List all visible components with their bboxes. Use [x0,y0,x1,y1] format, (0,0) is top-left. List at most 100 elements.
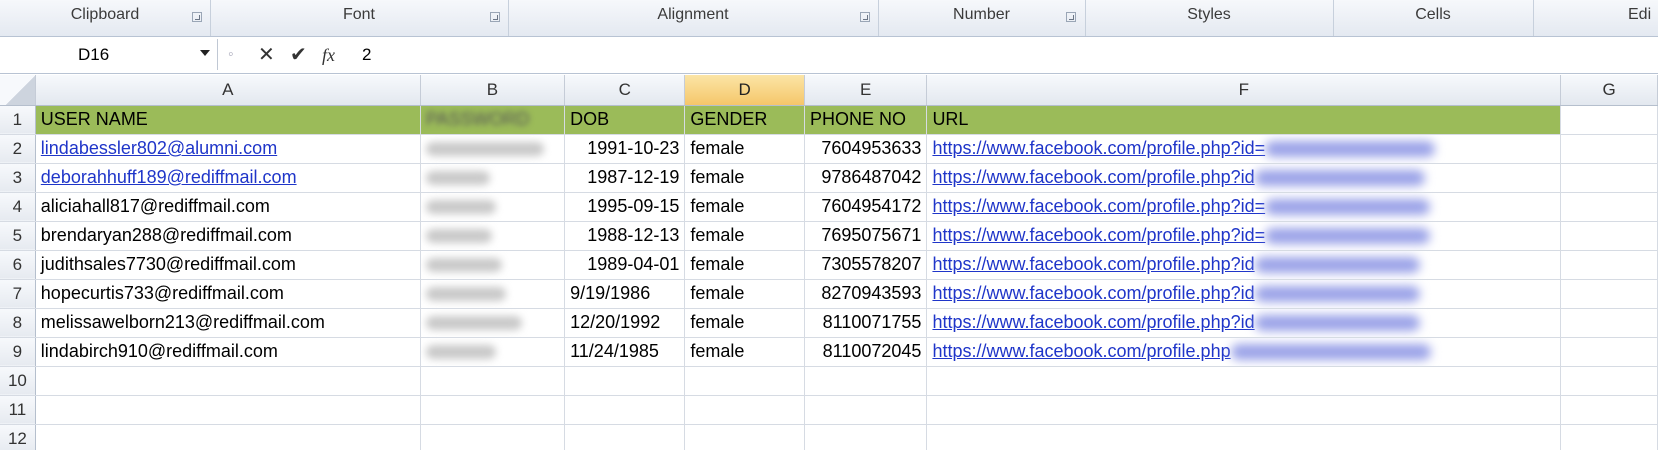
cell-password[interactable] [420,308,566,338]
formula-input[interactable]: 2 [362,39,371,70]
cell-username[interactable]: lindabessler802@alumni.com [35,134,421,164]
cell-username[interactable]: brendaryan288@rediffmail.com [35,221,421,251]
cell-dob[interactable]: 1995-09-15 [564,192,686,222]
cell-empty[interactable] [420,366,566,396]
cell-empty[interactable] [684,395,805,425]
cell-header-gender[interactable]: GENDER [684,105,805,135]
url-link[interactable]: https://www.facebook.com/profile.php?id= [932,138,1265,158]
enter-icon[interactable]: ✔ [290,42,307,68]
url-link[interactable]: https://www.facebook.com/profile.php?id [932,254,1254,274]
cell-password[interactable] [420,163,566,193]
cell-empty[interactable] [564,424,686,450]
cell-url[interactable]: https://www.facebook.com/profile.php?id [926,250,1562,280]
cell-empty[interactable] [35,395,421,425]
cell-gender[interactable]: female [684,250,805,280]
cell-gender[interactable]: female [684,308,805,338]
url-link[interactable]: https://www.facebook.com/profile.php?id [932,283,1254,303]
cell-empty[interactable] [1560,163,1658,193]
cell-empty[interactable] [926,366,1562,396]
dialog-launcher-icon[interactable] [1066,12,1076,22]
ribbon-group-alignment[interactable]: Alignment [508,0,879,36]
ribbon-group-clipboard[interactable]: Clipboard [0,0,211,36]
cell-username[interactable]: lindabirch910@rediffmail.com [35,337,421,367]
row-header[interactable]: 3 [0,163,36,193]
cell-phone[interactable]: 7695075671 [804,221,928,251]
cell-empty[interactable] [684,424,805,450]
cell-dob[interactable]: 1987-12-19 [564,163,686,193]
cell-empty[interactable] [804,395,928,425]
cell-empty[interactable] [564,395,686,425]
column-header-c[interactable]: C [564,75,686,106]
insert-function-icon[interactable]: fx [322,42,335,68]
url-link[interactable]: https://www.facebook.com/profile.php?id= [932,196,1265,216]
cell-password[interactable] [420,221,566,251]
cell-password[interactable] [420,192,566,222]
ribbon-group-styles[interactable]: Styles [1085,0,1334,36]
row-header[interactable]: 6 [0,250,36,280]
cell-username[interactable]: hopecurtis733@rediffmail.com [35,279,421,309]
ribbon-group-cells[interactable]: Cells [1333,0,1534,36]
cell-empty[interactable] [1560,308,1658,338]
cell-empty[interactable] [1560,250,1658,280]
cell-empty[interactable] [684,366,805,396]
cell-phone[interactable]: 8110072045 [804,337,928,367]
cell-username[interactable]: melissawelborn213@rediffmail.com [35,308,421,338]
cell-empty[interactable] [420,395,566,425]
cell-password[interactable] [420,337,566,367]
username-text[interactable]: deborahhuff189@rediffmail.com [41,167,297,187]
cancel-icon[interactable]: ✕ [258,42,275,68]
dialog-launcher-icon[interactable] [192,12,202,22]
row-header[interactable]: 7 [0,279,36,309]
cell-url[interactable]: https://www.facebook.com/profile.php?id [926,163,1562,193]
cell-header-phone[interactable]: PHONE NO [804,105,928,135]
ribbon-group-editing[interactable]: Edi [1533,0,1658,36]
column-header-f[interactable]: F [926,75,1562,106]
cell-phone[interactable]: 7305578207 [804,250,928,280]
cell-password[interactable] [420,250,566,280]
cell-password[interactable] [420,134,566,164]
url-link[interactable]: https://www.facebook.com/profile.php?id= [932,225,1265,245]
cell-header-password[interactable]: PASSWORD [420,105,566,135]
select-all-corner[interactable] [0,75,36,106]
cell-gender[interactable]: female [684,279,805,309]
cell-url[interactable]: https://www.facebook.com/profile.php?id= [926,221,1562,251]
cell-empty[interactable] [1560,424,1658,450]
ribbon-group-font[interactable]: Font [210,0,509,36]
cell-empty[interactable] [804,366,928,396]
cell-empty[interactable] [564,366,686,396]
row-header[interactable]: 8 [0,308,36,338]
cell-empty[interactable] [804,424,928,450]
cell-url[interactable]: https://www.facebook.com/profile.php [926,337,1562,367]
cell-dob[interactable]: 11/24/1985 [564,337,686,367]
cell-dob[interactable]: 12/20/1992 [564,308,686,338]
row-header[interactable]: 9 [0,337,36,367]
dialog-launcher-icon[interactable] [490,12,500,22]
cell-url[interactable]: https://www.facebook.com/profile.php?id= [926,192,1562,222]
cell-gender[interactable]: female [684,163,805,193]
cell-phone[interactable]: 7604954172 [804,192,928,222]
cell-empty[interactable] [1560,279,1658,309]
cell-phone[interactable]: 9786487042 [804,163,928,193]
cell-empty[interactable] [1560,105,1658,135]
column-header-b[interactable]: B [420,75,566,106]
cell-empty[interactable] [1560,221,1658,251]
name-box-dropdown-icon[interactable] [200,50,210,56]
expand-handle-icon[interactable]: ◦ [228,42,234,68]
cell-gender[interactable]: female [684,192,805,222]
cell-dob[interactable]: 1991-10-23 [564,134,686,164]
username-text[interactable]: lindabessler802@alumni.com [41,138,277,158]
cell-dob[interactable]: 1988-12-13 [564,221,686,251]
cell-empty[interactable] [1560,366,1658,396]
cell-header-dob[interactable]: DOB [564,105,686,135]
cell-empty[interactable] [1560,134,1658,164]
row-header[interactable]: 11 [0,395,36,425]
column-header-a[interactable]: A [35,75,421,106]
cell-url[interactable]: https://www.facebook.com/profile.php?id [926,279,1562,309]
cell-header-url[interactable]: URL [926,105,1562,135]
cell-gender[interactable]: female [684,337,805,367]
cell-gender[interactable]: female [684,134,805,164]
column-header-d[interactable]: D [684,75,805,106]
row-header[interactable]: 2 [0,134,36,164]
cell-empty[interactable] [420,424,566,450]
cell-url[interactable]: https://www.facebook.com/profile.php?id [926,308,1562,338]
